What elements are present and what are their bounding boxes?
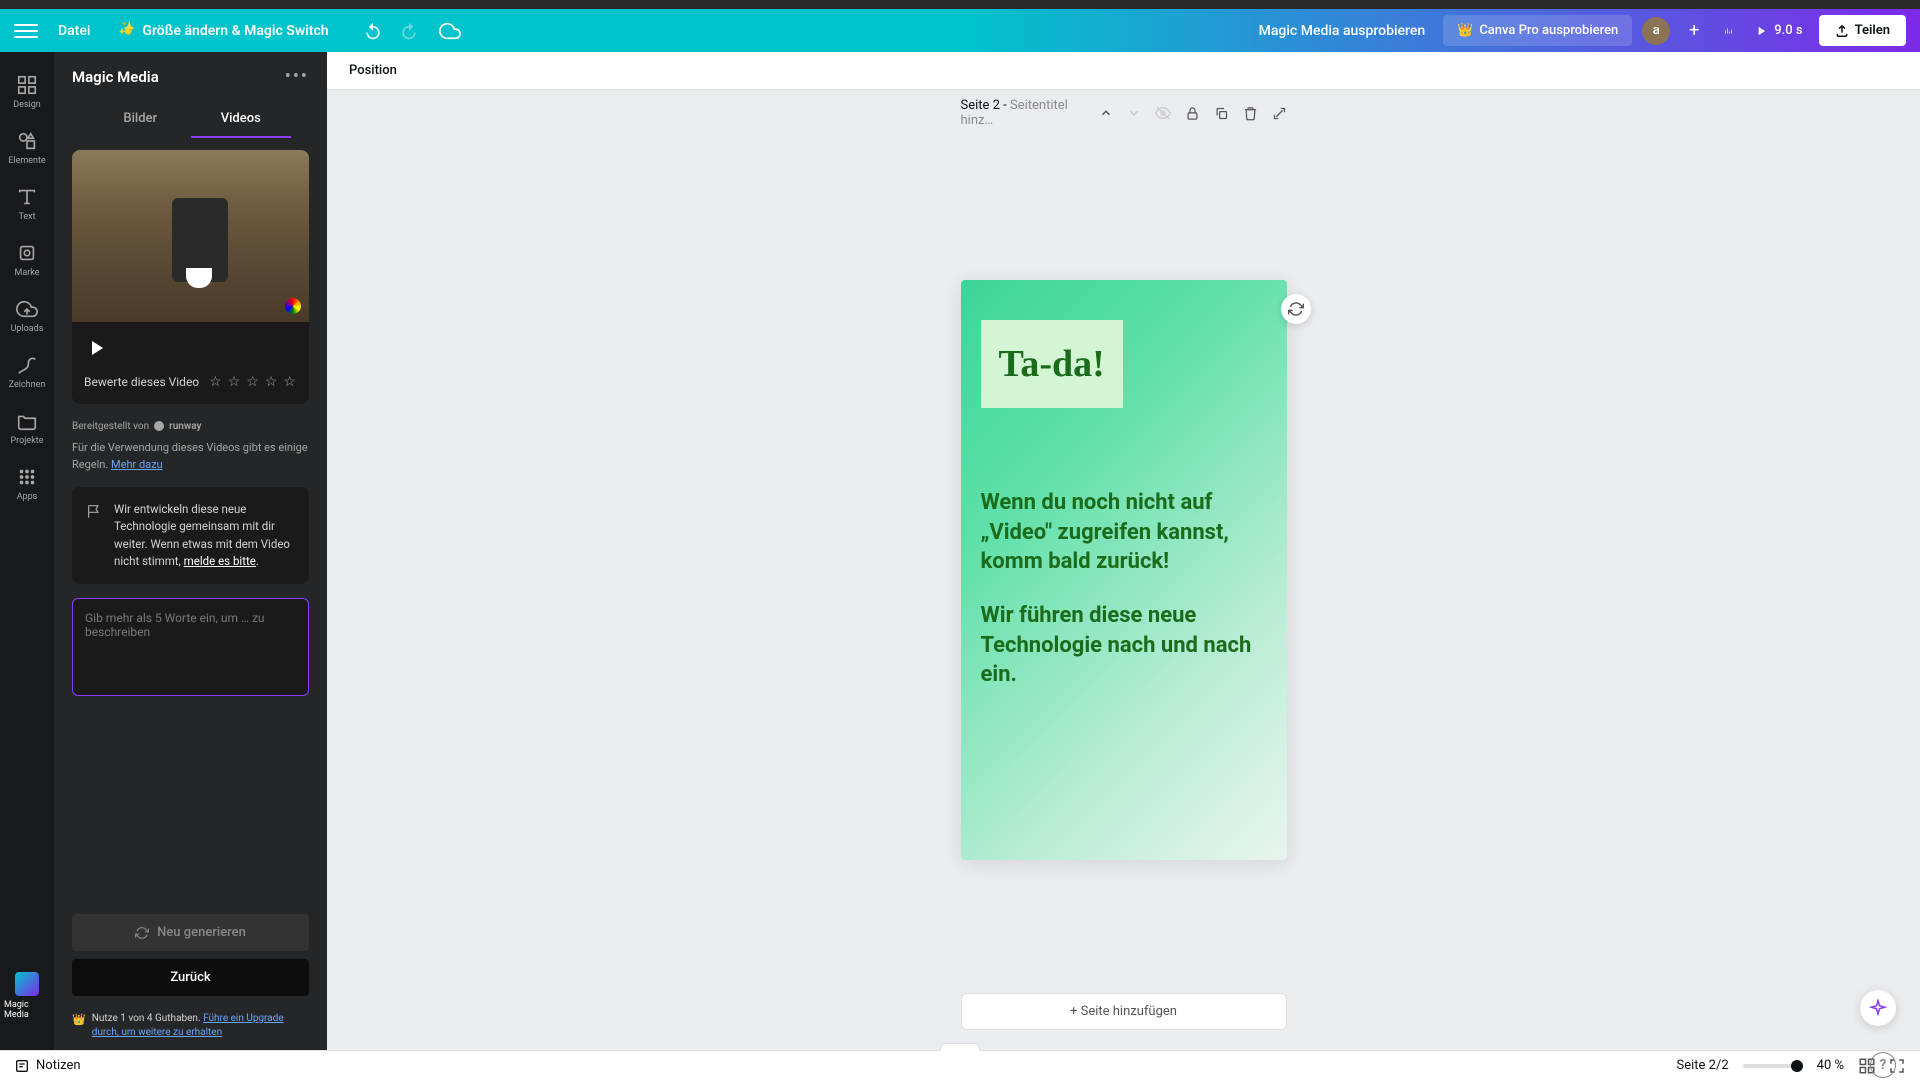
rating-stars: ☆ ☆ ☆ ☆ ☆ <box>209 374 296 390</box>
brand-label: Marke <box>14 268 39 278</box>
main-menu-button[interactable] <box>14 19 38 43</box>
star-2[interactable]: ☆ <box>228 374 241 390</box>
refresh-icon <box>135 926 149 940</box>
delete-button[interactable] <box>1243 106 1258 121</box>
ai-badge-icon <box>285 298 301 314</box>
share-icon <box>1835 24 1849 38</box>
magic-media-panel: Magic Media ••• Bilder Videos Bewerte di… <box>54 52 327 1050</box>
star-4[interactable]: ☆ <box>265 374 278 390</box>
timeline-expand-handle[interactable] <box>940 1043 980 1051</box>
magic-media-tab[interactable]: Magic Media <box>0 962 54 1030</box>
star-3[interactable]: ☆ <box>246 374 259 390</box>
redo-button[interactable] <box>399 21 419 41</box>
duration-button[interactable]: 9.0 s <box>1748 17 1808 44</box>
apps-label: Apps <box>17 492 38 502</box>
zoom-level[interactable]: 40 % <box>1817 1058 1844 1073</box>
hide-button[interactable] <box>1155 105 1171 121</box>
elements-tab[interactable]: Elemente <box>0 120 54 176</box>
canvas-toolbar: Position <box>327 52 1920 90</box>
tada-text: Ta-da! <box>999 342 1105 386</box>
canvas-area: Position Seite 2 - Seitentitel hinz… <box>327 52 1920 1050</box>
lock-button[interactable] <box>1185 106 1200 121</box>
projects-tab[interactable]: Projekte <box>0 400 54 456</box>
resize-magic-switch-button[interactable]: Größe ändern & Magic Switch <box>110 17 338 45</box>
cloud-sync-icon[interactable] <box>439 20 461 42</box>
projects-label: Projekte <box>11 436 44 446</box>
user-avatar[interactable]: a <box>1642 17 1670 45</box>
provider-attribution: Bereitgestellt von runway <box>72 420 309 432</box>
bottom-status-bar: Notizen Seite 2/2 40 % ? <box>0 1050 1920 1080</box>
elements-label: Elemente <box>8 156 45 166</box>
feedback-info-box: Wir entwickeln diese neue Technologie ge… <box>72 487 309 584</box>
page-indicator[interactable]: Seite 2/2 <box>1677 1058 1729 1073</box>
prompt-input[interactable] <box>72 598 309 696</box>
star-1[interactable]: ☆ <box>209 374 222 390</box>
duplicate-button[interactable] <box>1214 106 1229 121</box>
video-preview[interactable] <box>72 150 309 322</box>
prev-page-button[interactable] <box>1099 106 1113 120</box>
notes-icon <box>14 1058 30 1074</box>
crown-icon: 👑 <box>72 1012 86 1040</box>
zoom-slider-handle[interactable] <box>1791 1060 1803 1072</box>
notes-button[interactable]: Notizen <box>14 1058 81 1074</box>
credits-info: 👑 Nutze 1 von 4 Guthaben. Führe ein Upgr… <box>54 1008 327 1050</box>
add-collaborator-button[interactable]: + <box>1680 17 1708 45</box>
magic-media-label: Magic Media <box>4 1000 50 1020</box>
tada-heading-box[interactable]: Ta-da! <box>981 320 1123 408</box>
file-menu[interactable]: Datei <box>50 17 98 45</box>
zoom-slider[interactable] <box>1743 1064 1803 1068</box>
apps-tab[interactable]: Apps <box>0 456 54 512</box>
images-tab[interactable]: Bilder <box>90 101 191 138</box>
text-tab[interactable]: Text <box>0 176 54 232</box>
play-button[interactable] <box>84 336 108 360</box>
slide-canvas[interactable]: Ta-da! Wenn du noch nicht auf „Video" zu… <box>961 280 1287 860</box>
design-tab[interactable]: Design <box>0 64 54 120</box>
panel-title: Magic Media <box>72 68 159 86</box>
share-button[interactable]: Teilen <box>1819 15 1906 46</box>
design-label: Design <box>13 100 41 110</box>
more-options-button[interactable]: ••• <box>285 66 309 87</box>
back-button[interactable]: Zurück <box>72 959 309 996</box>
generated-video-card: Bewerte dieses Video ☆ ☆ ☆ ☆ ☆ <box>72 150 309 404</box>
uploads-label: Uploads <box>11 324 44 334</box>
document-title[interactable]: Magic Media ausprobieren <box>1259 23 1425 39</box>
runway-logo-icon <box>153 420 165 432</box>
refresh-element-button[interactable] <box>1281 294 1311 324</box>
draw-tab[interactable]: Zeichnen <box>0 344 54 400</box>
usage-rules-text: Für die Verwendung dieses Videos gibt es… <box>72 440 309 473</box>
videos-tab[interactable]: Videos <box>191 101 292 138</box>
next-page-button[interactable] <box>1127 106 1141 120</box>
expand-button[interactable] <box>1272 106 1287 121</box>
page-controls: Seite 2 - Seitentitel hinz… <box>961 98 1287 128</box>
magic-media-icon <box>15 972 39 996</box>
text-label: Text <box>18 212 35 222</box>
brand-tab[interactable]: Marke <box>0 232 54 288</box>
learn-more-link[interactable]: Mehr dazu <box>111 458 163 471</box>
add-page-button[interactable]: + Seite hinzufügen <box>961 993 1287 1030</box>
canva-assistant-button[interactable] <box>1860 990 1896 1026</box>
page-number-label: Seite 2 - Seitentitel hinz… <box>961 98 1089 128</box>
top-toolbar: Datei Größe ändern & Magic Switch Magic … <box>0 9 1920 52</box>
undo-button[interactable] <box>363 21 383 41</box>
sparkle-icon <box>120 23 136 39</box>
refresh-icon <box>1288 301 1304 317</box>
flag-icon <box>86 503 102 519</box>
help-button[interactable]: ? <box>1870 1052 1896 1078</box>
canva-pro-button[interactable]: 👑 Canva Pro ausprobieren <box>1443 15 1632 46</box>
analytics-button[interactable] <box>1718 21 1738 41</box>
left-navigation-rail: Design Elemente Text Marke Uploads Zeich… <box>0 52 54 1050</box>
star-5[interactable]: ☆ <box>283 374 296 390</box>
play-icon <box>1754 24 1768 38</box>
crown-icon: 👑 <box>1457 23 1473 38</box>
slide-body-text[interactable]: Wenn du noch nicht auf „Video" zugreifen… <box>981 488 1267 690</box>
sparkle-icon <box>1869 999 1887 1017</box>
position-button[interactable]: Position <box>341 57 405 84</box>
uploads-tab[interactable]: Uploads <box>0 288 54 344</box>
report-link[interactable]: melde es bitte <box>184 554 256 568</box>
regenerate-button[interactable]: Neu generieren <box>72 914 309 951</box>
rating-label: Bewerte dieses Video <box>84 375 199 389</box>
draw-label: Zeichnen <box>9 380 46 390</box>
